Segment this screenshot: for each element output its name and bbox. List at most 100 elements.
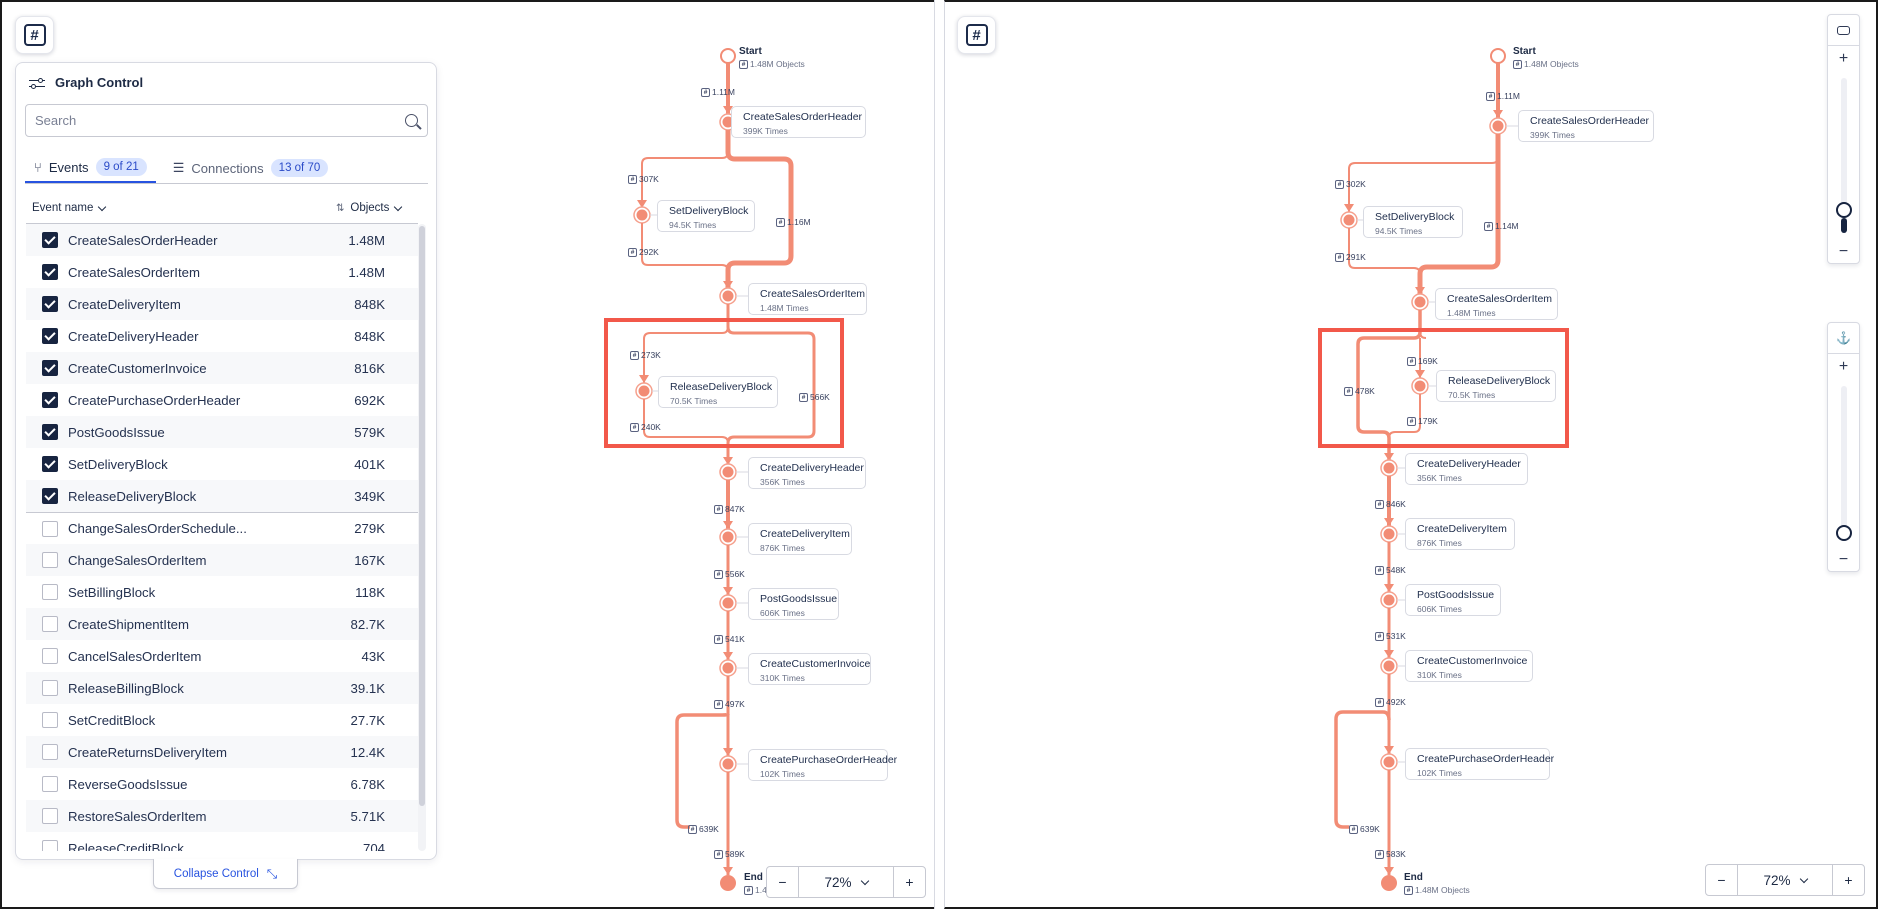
- collapse-control-button[interactable]: Collapse Control ⤡: [153, 859, 298, 889]
- hash-toggle-button[interactable]: #: [957, 16, 996, 54]
- event-node-cdh[interactable]: CreateDeliveryHeader 356K Times: [748, 457, 866, 489]
- event-row[interactable]: CancelSalesOrderItem 43K: [26, 640, 418, 672]
- tab-connections[interactable]: ☰ Connections 13 of 70: [164, 153, 338, 183]
- event-node-dot[interactable]: [722, 466, 734, 478]
- hash-toggle-button[interactable]: #: [15, 16, 54, 54]
- event-checkbox[interactable]: [42, 360, 58, 376]
- event-checkbox[interactable]: [42, 520, 58, 537]
- edge-label-csoh-sdb[interactable]: #302K: [1335, 179, 1366, 189]
- edge-label-pgi-cci[interactable]: #541K: [714, 634, 745, 644]
- fit-screen-button[interactable]: [1828, 15, 1859, 46]
- event-node-dot[interactable]: [1492, 120, 1504, 132]
- event-node-cdi[interactable]: CreateDeliveryItem 876K Times: [748, 523, 852, 555]
- zoom-out-button[interactable]: −: [1706, 865, 1737, 895]
- event-checkbox[interactable]: [42, 584, 58, 600]
- objects-column-header[interactable]: ⇅ Objects: [336, 202, 403, 214]
- event-checkbox[interactable]: [42, 808, 58, 824]
- event-row[interactable]: SetBillingBlock 118K: [26, 576, 418, 608]
- edge-path[interactable]: [1348, 134, 1499, 212]
- event-node-csoi[interactable]: CreateSalesOrderItem 1.48M Times: [1435, 288, 1558, 320]
- event-node-csoh[interactable]: CreateSalesOrderHeader 399K Times: [731, 106, 866, 138]
- vertical-zoom-slider[interactable]: [1835, 78, 1852, 233]
- search-icon[interactable]: [405, 114, 418, 127]
- event-row[interactable]: CreateDeliveryItem 848K: [26, 288, 418, 320]
- end-node[interactable]: [1381, 875, 1397, 891]
- event-row[interactable]: RestoreSalesOrderItem 5.71K: [26, 800, 418, 832]
- edge-label-cci-cpoh[interactable]: #492K: [1375, 697, 1406, 707]
- edge-label-sdb-csoi[interactable]: #291K: [1335, 252, 1366, 262]
- detail-increase-button[interactable]: +: [1828, 354, 1859, 380]
- event-node-sdb[interactable]: SetDeliveryBlock 94.5K Times: [657, 200, 755, 232]
- edge-label-cci-cpoh[interactable]: #497K: [714, 699, 745, 709]
- slider-handle[interactable]: [1835, 525, 1852, 541]
- event-node-dot[interactable]: [1383, 594, 1395, 606]
- edge-label-start-csoh[interactable]: #1.11M: [1486, 91, 1520, 101]
- search-input[interactable]: [35, 113, 405, 128]
- event-checkbox[interactable]: [42, 296, 58, 312]
- event-node-csoh[interactable]: CreateSalesOrderHeader 399K Times: [1518, 110, 1654, 142]
- zoom-out-button[interactable]: −: [767, 867, 798, 897]
- event-node-pgi[interactable]: PostGoodsIssue 606K Times: [748, 588, 839, 620]
- slider-handle[interactable]: [1835, 201, 1852, 218]
- event-node-dot[interactable]: [722, 597, 734, 609]
- event-node-sdb[interactable]: SetDeliveryBlock 94.5K Times: [1363, 206, 1463, 238]
- edge-label-cdh-cdi[interactable]: #847K: [714, 504, 745, 514]
- event-row[interactable]: ReleaseCreditBlock 704: [26, 832, 418, 851]
- edge-label-start-csoh[interactable]: #1.11M: [701, 87, 735, 97]
- event-row[interactable]: ReleaseBillingBlock 39.1K: [26, 672, 418, 704]
- edge-path[interactable]: [675, 712, 730, 829]
- event-checkbox[interactable]: [42, 712, 58, 728]
- event-node-dot[interactable]: [1414, 296, 1426, 308]
- detail-mode-button[interactable]: ⚓: [1828, 323, 1859, 354]
- zoom-in-button[interactable]: +: [894, 867, 925, 897]
- event-row[interactable]: SetCreditBlock 27.7K: [26, 704, 418, 736]
- start-node[interactable]: [1490, 48, 1506, 64]
- event-node-dot[interactable]: [722, 290, 734, 302]
- event-checkbox[interactable]: [42, 680, 58, 696]
- detail-decrease-button[interactable]: −: [1828, 547, 1859, 573]
- edge-label-pgi-cci[interactable]: #531K: [1375, 631, 1406, 641]
- event-row[interactable]: SetDeliveryBlock 401K: [26, 448, 418, 480]
- scrollbar-thumb[interactable]: [419, 226, 425, 806]
- event-node-cpoh[interactable]: CreatePurchaseOrderHeader 102K Times: [748, 749, 897, 781]
- event-row[interactable]: CreateCustomerInvoice 816K: [26, 352, 418, 384]
- event-row[interactable]: CreateShipmentItem 82.7K: [26, 608, 418, 640]
- detail-level-slider[interactable]: [1835, 386, 1852, 541]
- event-row[interactable]: ReverseGoodsIssue 6.78K: [26, 768, 418, 800]
- event-node-dot[interactable]: [1383, 528, 1395, 540]
- tab-events[interactable]: ⑂ Events 9 of 21: [25, 153, 156, 183]
- edge-label-sdb-csoi[interactable]: #292K: [628, 247, 659, 257]
- event-row[interactable]: CreateReturnsDeliveryItem 12.4K: [26, 736, 418, 768]
- event-node-dot[interactable]: [722, 758, 734, 770]
- event-node-cci[interactable]: CreateCustomerInvoice 310K Times: [748, 653, 871, 685]
- event-row[interactable]: ChangeSalesOrderSchedule... 279K: [26, 512, 418, 544]
- event-checkbox[interactable]: [42, 648, 58, 664]
- event-checkbox[interactable]: [42, 776, 58, 792]
- event-node-dot[interactable]: [1383, 660, 1395, 672]
- edge-label-csoh-sdb[interactable]: #307K: [628, 174, 659, 184]
- event-node-cci[interactable]: CreateCustomerInvoice 310K Times: [1405, 650, 1533, 682]
- edge-label-cdh-cdi[interactable]: #846K: [1375, 499, 1406, 509]
- edge-path[interactable]: [1334, 710, 1391, 829]
- event-checkbox[interactable]: [42, 424, 58, 440]
- event-checkbox[interactable]: [42, 488, 58, 504]
- search-field[interactable]: [25, 104, 428, 137]
- event-node-csoi[interactable]: CreateSalesOrderItem 1.48M Times: [748, 283, 867, 315]
- vertical-zoom-in-button[interactable]: +: [1828, 46, 1859, 72]
- event-checkbox[interactable]: [42, 456, 58, 472]
- edge-label-cdi-pgi[interactable]: #548K: [1375, 565, 1406, 575]
- zoom-level-dropdown[interactable]: 72%: [1737, 865, 1833, 895]
- edge-label-cpoh-end[interactable]: #589K: [714, 849, 745, 859]
- event-checkbox[interactable]: [42, 264, 58, 280]
- zoom-level-dropdown[interactable]: 72%: [798, 867, 894, 897]
- event-row[interactable]: CreateSalesOrderItem 1.48M: [26, 256, 418, 288]
- vertical-zoom-out-button[interactable]: −: [1828, 239, 1859, 265]
- event-checkbox[interactable]: [42, 328, 58, 344]
- event-node-pgi[interactable]: PostGoodsIssue 606K Times: [1405, 584, 1501, 616]
- zoom-in-button[interactable]: +: [1833, 865, 1864, 895]
- event-checkbox[interactable]: [42, 232, 58, 248]
- event-node-dot[interactable]: [722, 531, 734, 543]
- edge-label-csoh-csoi[interactable]: #1.16M: [776, 217, 811, 227]
- event-node-cdi[interactable]: CreateDeliveryItem 876K Times: [1405, 518, 1515, 550]
- event-row[interactable]: CreatePurchaseOrderHeader 692K: [26, 384, 418, 416]
